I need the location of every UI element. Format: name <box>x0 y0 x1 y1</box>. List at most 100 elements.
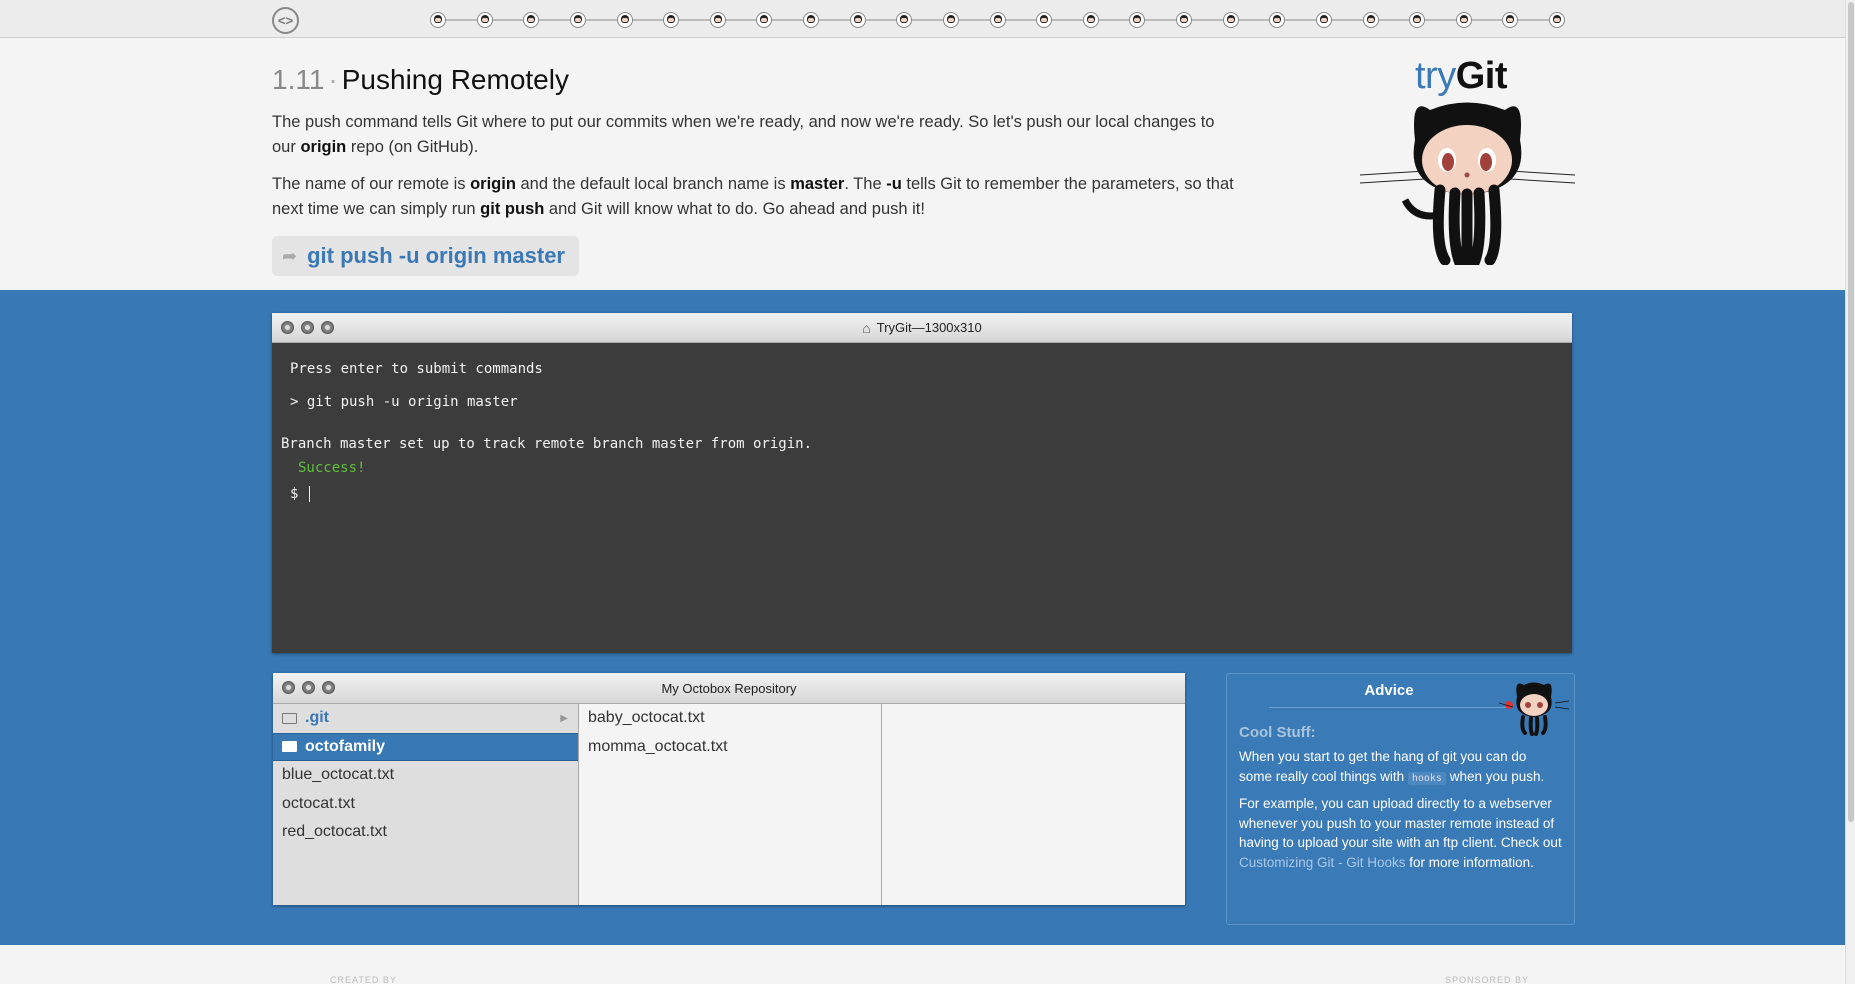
lesson-paragraph-1: The push command tells Git where to put … <box>272 110 1242 160</box>
octocat-illustration <box>1360 102 1575 265</box>
maximize-icon[interactable] <box>321 321 334 334</box>
folder-item-selected[interactable]: octofamily <box>273 732 578 761</box>
window-controls <box>281 321 334 334</box>
terminal-line: > git push -u origin master <box>290 394 518 410</box>
terminal-line: Branch master set up to track remote bra… <box>281 436 813 452</box>
progress-step-octocat-icon[interactable] <box>942 12 959 28</box>
window-controls <box>282 681 335 694</box>
octobox-column-3 <box>882 704 1185 905</box>
text: and the default local branch name is <box>515 175 791 193</box>
terminal-title-text: TryGit—1300x310 <box>876 320 982 335</box>
footer-sponsored-by: SPONSORED BY <box>1445 975 1530 984</box>
inline-code: hooks <box>1407 771 1446 785</box>
scrollbar-thumb[interactable] <box>1848 2 1854 822</box>
folder-item[interactable]: .git ▶ <box>273 704 578 733</box>
text-bold: origin <box>300 138 347 156</box>
top-nav-bar: <> <box>0 0 1845 38</box>
octobox-column-1: .git ▶ octofamily blue_octocat.txt octoca… <box>273 704 579 905</box>
logo-try: try <box>1415 55 1456 97</box>
item-label: octofamily <box>305 737 386 755</box>
text-bold: master <box>790 175 845 193</box>
advice-paragraph-1: When you start to get the hang of git yo… <box>1239 747 1562 788</box>
progress-step-octocat-icon[interactable] <box>1269 12 1286 28</box>
file-item[interactable]: octocat.txt <box>273 790 578 819</box>
text: for more information. <box>1405 854 1534 870</box>
close-icon[interactable] <box>281 321 294 334</box>
file-item[interactable]: momma_octocat.txt <box>579 733 881 762</box>
progress-step-octocat-icon[interactable] <box>523 12 540 28</box>
progress-step-octocat-icon[interactable] <box>1502 12 1519 28</box>
folder-icon <box>282 741 297 753</box>
file-item[interactable]: red_octocat.txt <box>273 818 578 847</box>
progress-step-octocat-icon[interactable] <box>989 12 1006 28</box>
lesson-title: 1.11 · Pushing Remotely <box>272 62 1242 98</box>
terminal-window[interactable]: ⌂ TryGit—1300x310 Press enter to submit … <box>272 313 1572 653</box>
progress-step-octocat-icon[interactable] <box>1362 12 1379 28</box>
progress-step-octocat-icon[interactable] <box>1036 12 1053 28</box>
lesson-paragraph-2: The name of our remote is origin and the… <box>272 172 1242 222</box>
home-icon: ⌂ <box>862 319 871 336</box>
progress-step-octocat-icon[interactable] <box>616 12 633 28</box>
text: repo (on GitHub). <box>346 138 479 156</box>
prompt-symbol: $ <box>290 486 307 502</box>
progress-step-octocat-icon[interactable] <box>1409 12 1426 28</box>
progress-step-octocat-icon[interactable] <box>476 12 493 28</box>
progress-step-octocat-icon[interactable] <box>1082 12 1099 28</box>
text: For example, you can upload directly to … <box>1239 796 1562 850</box>
advice-panel: Advice Cool Stuff: When you start to get… <box>1226 673 1575 925</box>
terminal-line: Press enter to submit commands <box>290 361 543 377</box>
progress-step-octocat-icon[interactable] <box>756 12 773 28</box>
code-circle-icon[interactable]: <> <box>272 7 299 34</box>
octobox-title: My Octobox Repository <box>661 680 797 696</box>
item-label: .git <box>305 709 329 727</box>
file-item[interactable]: blue_octocat.txt <box>273 761 578 790</box>
octobox-column-2: baby_octocat.txt momma_octocat.txt <box>579 704 882 905</box>
command-hint-text: git push -u origin master <box>307 243 565 268</box>
trygit-logo: tryGit <box>1415 55 1508 98</box>
text: and Git will know what to do. Go ahead a… <box>544 200 925 218</box>
terminal-title: ⌂ TryGit—1300x310 <box>862 320 981 336</box>
progress-step-octocat-icon[interactable] <box>569 12 586 28</box>
progress-step-octocat-icon[interactable] <box>1129 12 1146 28</box>
advice-paragraph-2: For example, you can upload directly to … <box>1239 794 1562 872</box>
file-item[interactable]: baby_octocat.txt <box>579 704 881 733</box>
minimize-icon[interactable] <box>301 321 314 334</box>
terminal-body[interactable]: Press enter to submit commands > git pus… <box>272 343 1572 651</box>
text: . The <box>844 175 887 193</box>
progress-step-octocat-icon[interactable] <box>896 12 913 28</box>
progress-step-octocat-icon[interactable] <box>849 12 866 28</box>
progress-step-octocat-icon[interactable] <box>430 12 446 28</box>
lesson-number: 1.11 <box>272 64 325 95</box>
progress-step-octocat-icon[interactable] <box>1455 12 1472 28</box>
lesson-separator: · <box>328 64 338 95</box>
progress-step-octocat-icon[interactable] <box>803 12 819 28</box>
text-bold: -u <box>886 175 902 193</box>
folder-icon <box>282 712 297 724</box>
terminal-prompt[interactable]: $ <box>290 486 310 502</box>
progress-step-octocat-icon[interactable] <box>709 12 726 28</box>
text: when you push. <box>1445 768 1545 784</box>
page-scrollbar[interactable] <box>1845 0 1855 984</box>
close-icon[interactable] <box>282 681 295 694</box>
logo-git: Git <box>1455 55 1508 97</box>
minimize-icon[interactable] <box>302 681 315 694</box>
octobox-browser: .git ▶ octofamily blue_octocat.txt octoca… <box>273 704 1185 905</box>
text-bold: git push <box>480 200 545 218</box>
footer-created-by: CREATED BY <box>330 975 397 984</box>
progress-step-octocat-icon[interactable] <box>1222 12 1239 28</box>
progress-step-octocat-icon[interactable] <box>1549 12 1565 28</box>
octobox-window: My Octobox Repository .git ▶ octofamily b… <box>273 673 1185 905</box>
command-hint-button[interactable]: ➦ git push -u origin master <box>272 236 579 276</box>
git-hooks-link[interactable]: Customizing Git - Git Hooks <box>1239 855 1406 870</box>
progress-step-octocat-icon[interactable] <box>1315 12 1332 28</box>
maximize-icon[interactable] <box>322 681 335 694</box>
lesson-title-text: Pushing Remotely <box>341 64 569 95</box>
terminal-titlebar: ⌂ TryGit—1300x310 <box>272 313 1572 343</box>
text-bold: origin <box>470 175 516 193</box>
progress-step-octocat-icon[interactable] <box>663 12 680 28</box>
chevron-right-icon: ▶ <box>560 712 568 724</box>
octocat-icon <box>1499 682 1569 736</box>
lesson-progress <box>430 12 1565 28</box>
text: The name of our remote is <box>272 175 471 193</box>
progress-step-octocat-icon[interactable] <box>1176 12 1192 28</box>
